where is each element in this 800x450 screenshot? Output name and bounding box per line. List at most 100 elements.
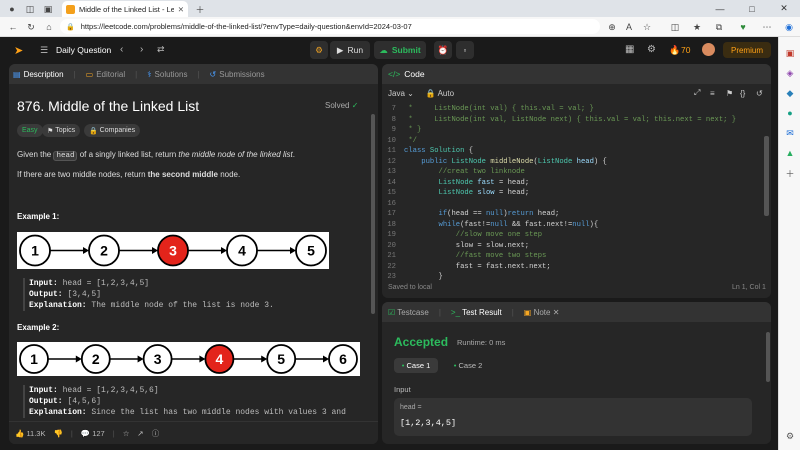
help-icon[interactable]: ⓘ xyxy=(152,428,160,439)
code-line[interactable]: 14 ListNode fast = head; xyxy=(382,178,771,189)
url-field[interactable]: 🔒 https://leetcode.com/problems/middle-o… xyxy=(60,19,600,34)
sidebar-settings-icon[interactable]: ⚙ xyxy=(779,426,800,446)
profile-icon[interactable]: ● xyxy=(6,3,18,15)
star-icon[interactable]: ☆ xyxy=(123,429,130,438)
tab-test-result[interactable]: >_ Test Result xyxy=(451,308,502,317)
autocomplete-toggle[interactable]: 🔒 Auto xyxy=(426,89,454,98)
browser-essentials-icon[interactable]: ♥ xyxy=(736,20,750,34)
close-tab-icon[interactable]: ✕ xyxy=(178,5,184,14)
add-sidebar-icon[interactable]: ＋ xyxy=(779,163,800,183)
minimize-icon[interactable]: — xyxy=(704,0,736,17)
close-window-icon[interactable]: ✕ xyxy=(768,0,800,17)
run-button[interactable]: ▶ Run xyxy=(330,41,370,59)
reset-icon[interactable]: ↺ xyxy=(756,89,763,98)
check-circle-icon: ✓ xyxy=(351,101,359,110)
tools-icon[interactable]: ◈ xyxy=(779,63,800,83)
leetcode-logo-icon[interactable]: ➤ xyxy=(14,44,23,57)
split-screen-icon[interactable]: ◫ xyxy=(668,20,682,34)
tab-actions-icon[interactable]: ▣ xyxy=(42,3,54,15)
like-button[interactable]: 👍 11.3K xyxy=(15,429,45,438)
problem-list-icon[interactable]: ☰ xyxy=(40,45,48,56)
avatar[interactable] xyxy=(702,43,715,56)
test-scrollbar[interactable] xyxy=(766,332,770,382)
prev-problem-icon[interactable]: ‹ xyxy=(120,44,123,55)
back-icon[interactable]: ← xyxy=(6,20,20,34)
daily-question-title[interactable]: Daily Question xyxy=(56,45,111,55)
companies-chip[interactable]: 🔒 Companies xyxy=(84,124,141,137)
favorite-star-icon[interactable]: ☆ xyxy=(640,20,654,34)
streak-count[interactable]: 70 xyxy=(681,45,690,55)
code-line[interactable]: 18 while(fast!=null && fast.next!=null){ xyxy=(382,220,771,231)
favorites-icon[interactable]: ★ xyxy=(690,20,704,34)
code-toolbar: Java ⌄ 🔒 Auto ⤢ ≡ ⚑ {} ↺ xyxy=(382,84,771,102)
list-node-value: 4 xyxy=(238,243,246,259)
topics-chip[interactable]: ⚑ Topics xyxy=(42,124,81,137)
refresh-icon[interactable]: ↻ xyxy=(24,20,38,34)
format-icon[interactable]: ≡ xyxy=(710,89,715,98)
games-icon[interactable]: ◆ xyxy=(779,83,800,103)
code-line[interactable]: 21 //fast move two steps xyxy=(382,251,771,262)
code-line[interactable]: 20 slow = slow.next; xyxy=(382,241,771,252)
browser-tab-active[interactable]: Middle of the Linked List - LeetC ✕ xyxy=(62,1,188,17)
close-note-icon[interactable]: ✕ xyxy=(553,308,560,317)
code-line[interactable]: 7 * ListNode(int val) { this.val = val; … xyxy=(382,104,771,115)
code-scrollbar[interactable] xyxy=(764,136,769,216)
tab-submissions[interactable]: ↺ Submissions xyxy=(210,70,265,79)
workspaces-icon[interactable]: ◫ xyxy=(24,3,36,15)
code-line[interactable]: 9 * } xyxy=(382,125,771,136)
tab-solutions[interactable]: ⚕ Solutions xyxy=(147,70,187,79)
next-problem-icon[interactable]: › xyxy=(140,44,143,55)
code-line[interactable]: 11 class Solution { xyxy=(382,146,771,157)
new-tab-icon[interactable]: ＋ xyxy=(194,3,206,15)
copilot-icon[interactable]: ◉ xyxy=(782,20,796,34)
dislike-icon[interactable]: 👎 xyxy=(53,429,62,438)
code-line[interactable]: 19 //slow move one step xyxy=(382,230,771,241)
fullscreen-icon[interactable]: ⤢ xyxy=(694,88,700,98)
premium-button[interactable]: Premium xyxy=(723,42,771,58)
code-line[interactable]: 15 ListNode slow = head; xyxy=(382,188,771,199)
code-line[interactable]: 17 if(head == null)return head; xyxy=(382,209,771,220)
braces-icon[interactable]: {} xyxy=(740,89,745,98)
line-code: if(head == null)return head; xyxy=(438,210,560,218)
code-line[interactable]: 10 */ xyxy=(382,136,771,147)
maximize-icon[interactable]: □ xyxy=(736,0,768,17)
submit-button[interactable]: ☁ Submit xyxy=(374,41,426,59)
code-editor[interactable]: 7 * ListNode(int val) { this.val = val; … xyxy=(382,104,771,283)
bookmark-icon[interactable]: ⚑ xyxy=(726,89,733,98)
code-line[interactable]: 23 } xyxy=(382,272,771,283)
layout-icon[interactable]: ▦ xyxy=(625,44,634,55)
read-aloud-icon[interactable]: A xyxy=(622,20,636,34)
example-1-label: Example 1: xyxy=(17,212,60,221)
code-line[interactable]: 16 xyxy=(382,199,771,210)
drop-icon[interactable]: ▲ xyxy=(779,143,800,163)
home-icon[interactable]: ⌂ xyxy=(42,20,56,34)
more-menu-icon[interactable]: ⋯ xyxy=(760,20,774,34)
list-node-value: 4 xyxy=(216,351,224,367)
random-problem-icon[interactable]: ⇄ xyxy=(157,44,165,55)
case-1-tab[interactable]: • Case 1 xyxy=(394,358,438,373)
office-icon[interactable]: ● xyxy=(779,103,800,123)
code-line[interactable]: 12 public ListNode middleNode(ListNode h… xyxy=(382,157,771,168)
tab-editorial[interactable]: ▭ Editorial xyxy=(86,70,125,79)
tab-testcase[interactable]: ☑ Testcase xyxy=(388,308,429,317)
code-line[interactable]: 13 //creat two linknode xyxy=(382,167,771,178)
difficulty-badge[interactable]: Easy xyxy=(17,124,43,137)
code-line[interactable]: 22 fast = fast.next.next; xyxy=(382,262,771,273)
language-select[interactable]: Java ⌄ xyxy=(388,89,414,98)
tab-note[interactable]: ▣ Note ✕ xyxy=(524,308,560,317)
settings-gear-icon[interactable]: ⚙ xyxy=(647,44,656,55)
comments-button[interactable]: 💬 127 xyxy=(81,429,105,438)
debug-button[interactable]: ⚙ xyxy=(310,41,328,59)
tab-description[interactable]: ▤ Description xyxy=(13,70,64,79)
code-line[interactable]: 8 * ListNode(int val, ListNode next) { t… xyxy=(382,115,771,126)
outlook-icon[interactable]: ✉ xyxy=(779,123,800,143)
description-scrollbar[interactable] xyxy=(371,114,375,314)
zoom-icon[interactable]: ⊕ xyxy=(605,20,619,34)
alarm-clock-icon[interactable]: ⏰ xyxy=(434,41,452,59)
share-icon[interactable]: ↗ xyxy=(137,429,143,438)
case-2-tab[interactable]: • Case 2 xyxy=(446,358,490,373)
collections-icon[interactable]: ⧉ xyxy=(712,20,726,34)
notes-icon[interactable]: ▫ xyxy=(456,41,474,59)
code-brackets-icon: </> xyxy=(388,69,401,79)
shopping-icon[interactable]: ▣ xyxy=(779,43,800,63)
